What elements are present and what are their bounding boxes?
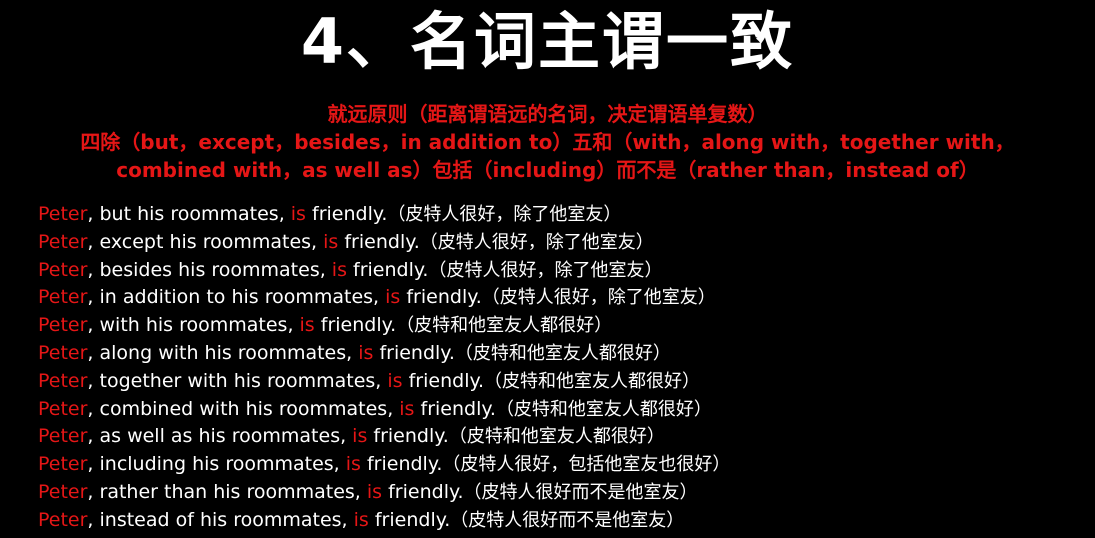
sentence-middle: , including his roommates,: [87, 453, 346, 476]
verb-word: is: [358, 341, 374, 364]
translation: （皮特和他室友人都很好）: [454, 342, 671, 364]
translation: （皮特人很好，除了他室友）: [419, 231, 654, 253]
sentence-predicate: friendly.: [373, 341, 455, 364]
sentence-predicate: friendly.: [305, 203, 388, 225]
subject-word: Peter: [38, 397, 88, 420]
sentence-middle: , in addition to his roommates,: [87, 286, 386, 309]
example-sentence: Peter, together with his roommates, is f…: [38, 368, 1078, 396]
sentence-predicate: friendly.: [400, 286, 482, 309]
example-sentence: Peter, but his roommates, is friendly.（皮…: [38, 201, 1078, 229]
sentence-predicate: friendly.: [368, 508, 451, 531]
subject-word: Peter: [38, 203, 88, 225]
translation: （皮特和他室友人都很好）: [495, 398, 712, 420]
rule-exceptions-line2: combined with，as well as）包括（including）而不…: [116, 158, 979, 182]
verb-word: is: [331, 258, 347, 281]
example-sentence: Peter, except his roommates, is friendly…: [38, 229, 1078, 257]
verb-word: is: [366, 480, 383, 503]
verb-word: is: [299, 314, 315, 337]
sentence-predicate: friendly.: [402, 369, 485, 392]
subject-word: Peter: [38, 425, 88, 448]
translation: （皮特人很好而不是他室友）: [450, 509, 685, 531]
sentence-middle: , instead of his roommates,: [87, 508, 354, 531]
sentence-predicate: friendly.: [367, 425, 449, 448]
subject-word: Peter: [38, 230, 88, 253]
example-sentence: Peter, in addition to his roommates, is …: [38, 284, 1078, 312]
translation: （皮特和他室友人都很好）: [484, 370, 701, 392]
verb-word: is: [353, 508, 369, 531]
example-sentence: Peter, rather than his roommates, is fri…: [38, 479, 1078, 507]
sentence-middle: , rather than his roommates,: [87, 480, 367, 503]
example-sentence: Peter, combined with his roommates, is f…: [38, 396, 1078, 424]
subject-word: Peter: [38, 314, 88, 337]
example-sentence: Peter, with his roommates, is friendly.（…: [38, 312, 1078, 340]
rule-principle: 就远原则（距离谓语远的名词，决定谓语单复数）: [327, 102, 768, 126]
example-sentence: Peter, along with his roommates, is frie…: [38, 340, 1078, 368]
translation: （皮特人很好，包括他室友也很好）: [442, 454, 731, 476]
verb-word: is: [387, 369, 403, 392]
verb-word: is: [323, 230, 339, 253]
sentence-predicate: friendly.: [346, 258, 429, 281]
subject-word: Peter: [38, 286, 88, 309]
sentence-middle: , along with his roommates,: [87, 341, 359, 364]
slide-title: 4、名词主谓一致: [300, 5, 795, 78]
translation: （皮特和他室友人都很好）: [396, 315, 613, 337]
sentence-middle: , besides his roommates,: [87, 258, 332, 281]
sentence-predicate: friendly.: [360, 453, 443, 476]
verb-word: is: [399, 397, 415, 420]
translation: （皮特人很好，除了他室友）: [481, 287, 716, 309]
translation: （皮特人很好而不是他室友）: [463, 481, 698, 503]
translation: （皮特和他室友人都很好）: [448, 426, 665, 448]
sentence-middle: , as well as his roommates,: [87, 425, 353, 448]
rules-block: 就远原则（距离谓语远的名词，决定谓语单复数） 四除（but，except，bes…: [0, 100, 1095, 184]
rule-exceptions-line1: 四除（but，except，besides，in addition to）五和（…: [80, 130, 1015, 154]
translation: （皮特人很好，除了他室友）: [387, 204, 622, 225]
sentence-predicate: friendly.: [338, 230, 420, 253]
example-sentence: Peter, besides his roommates, is friendl…: [38, 257, 1078, 285]
sentence-predicate: friendly.: [414, 397, 496, 420]
example-sentence: Peter, as well as his roommates, is frie…: [38, 423, 1078, 451]
example-list: Peter, but his roommates, is friendly.（皮…: [38, 201, 1078, 535]
verb-word: is: [345, 453, 361, 476]
subject-word: Peter: [38, 258, 88, 281]
subject-word: Peter: [38, 453, 88, 476]
sentence-middle: , combined with his roommates,: [87, 397, 400, 420]
sentence-middle: , together with his roommates,: [87, 369, 388, 392]
subject-word: Peter: [38, 341, 88, 364]
translation: （皮特人很好，除了他室友）: [428, 259, 663, 281]
sentence-middle: , except his roommates,: [87, 230, 324, 253]
sentence-predicate: friendly.: [382, 480, 464, 503]
sentence-middle: , but his roommates,: [87, 203, 291, 225]
subject-word: Peter: [38, 369, 88, 392]
example-sentence: Peter, instead of his roommates, is frie…: [38, 507, 1078, 535]
sentence-predicate: friendly.: [314, 314, 397, 337]
subject-word: Peter: [38, 508, 88, 531]
verb-word: is: [290, 203, 306, 225]
example-sentence: Peter, including his roommates, is frien…: [38, 451, 1078, 479]
subject-word: Peter: [38, 480, 88, 503]
verb-word: is: [352, 425, 368, 448]
verb-word: is: [385, 286, 401, 309]
sentence-middle: , with his roommates,: [87, 314, 300, 337]
